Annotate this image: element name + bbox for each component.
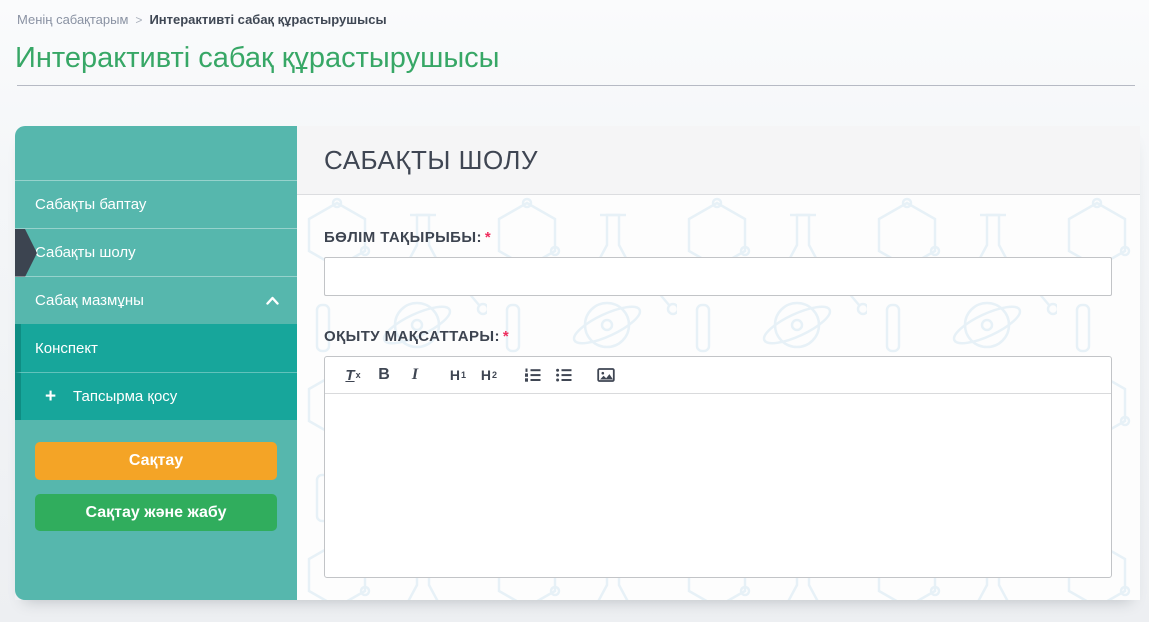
sidebar-item-label: Конспект [35, 339, 98, 357]
sidebar-header-spacer [15, 126, 297, 180]
required-asterisk: * [484, 229, 492, 246]
italic-button[interactable]: I [403, 361, 427, 389]
section-header: САБАҚТЫ ШОЛУ [297, 126, 1140, 195]
bold-icon: B [378, 366, 390, 383]
learning-objectives-label: ОҚЫТУ МАҚСАТТАРЫ: * [324, 328, 510, 345]
save-button[interactable]: Сақтау [35, 442, 277, 480]
richtext-editor: Tx B I H1 H2 [324, 356, 1112, 578]
sidebar-item-label: Сабақты шолу [35, 244, 136, 261]
bold-button[interactable]: B [372, 361, 396, 389]
main-panel: САБАҚТЫ ШОЛУ БӨЛІМ ТАҚЫРЫБЫ: * ОҚЫТУ МАҚ… [297, 126, 1140, 600]
insert-image-button[interactable] [594, 361, 618, 389]
breadcrumb-separator-icon: > [135, 12, 143, 27]
ordered-list-icon [524, 368, 540, 382]
heading1-icon: H [449, 367, 461, 383]
sidebar-item-lesson-content[interactable]: Сабақ мазмұны [15, 276, 297, 324]
sidebar-item-label: Сабақты баптау [35, 196, 147, 213]
sidebar-item-label: Сабақ мазмұны [35, 292, 144, 309]
active-item-arrow-icon [15, 229, 37, 277]
italic-icon: I [411, 366, 419, 383]
sidebar-item-add-task[interactable]: + Тапсырма қосу [15, 372, 297, 420]
sidebar-item-label: Тапсырма қосу [73, 388, 178, 405]
heading2-icon: H [480, 367, 492, 383]
required-asterisk: * [502, 328, 510, 345]
heading1-button[interactable]: H1 [446, 361, 470, 389]
section-topic-input[interactable] [324, 257, 1112, 296]
clear-formatting-button[interactable]: Tx [341, 361, 365, 389]
sidebar-item-lesson-overview[interactable]: Сабақты шолу [15, 228, 297, 277]
insert-image-icon [597, 368, 615, 382]
editor-toolbar: Tx B I H1 H2 [325, 357, 1111, 394]
unordered-list-button[interactable] [551, 361, 575, 389]
sidebar: Сабақты баптау Сабақты шолу Сабақ мазмұн… [15, 126, 297, 600]
breadcrumb: Менің сабақтарым > Интерактивті сабақ құ… [0, 0, 1149, 27]
builder-panels: Сабақты баптау Сабақты шолу Сабақ мазмұн… [15, 126, 1140, 600]
sidebar-buttons: Сақтау Сақтау және жабу [15, 420, 297, 531]
section-body: БӨЛІМ ТАҚЫРЫБЫ:* ОҚЫТУ МАҚСАТТАРЫ:* Tx [297, 195, 1140, 600]
page-title: Интерактивті сабақ құрастырушысы [15, 42, 500, 74]
learning-objectives-editor-area[interactable] [325, 394, 1111, 577]
section-title: САБАҚТЫ ШОЛУ [324, 144, 538, 175]
chevron-up-icon [266, 296, 279, 305]
breadcrumb-current-page: Интерактивті сабақ құрастырушысы [149, 12, 387, 27]
save-and-close-button[interactable]: Сақтау және жабу [35, 494, 277, 531]
sidebar-item-lesson-setup[interactable]: Сабақты баптау [15, 180, 297, 228]
heading2-button[interactable]: H2 [477, 361, 501, 389]
sidebar-item-konspekt[interactable]: Конспект [15, 324, 297, 372]
title-divider [17, 85, 1135, 86]
unordered-list-icon [555, 368, 571, 382]
ordered-list-button[interactable] [520, 361, 544, 389]
clear-formatting-icon: T [345, 366, 355, 384]
breadcrumb-my-lessons[interactable]: Менің сабақтарым [17, 12, 128, 27]
plus-icon: + [45, 385, 57, 407]
section-topic-label: БӨЛІМ ТАҚЫРЫБЫ: * [324, 229, 492, 246]
